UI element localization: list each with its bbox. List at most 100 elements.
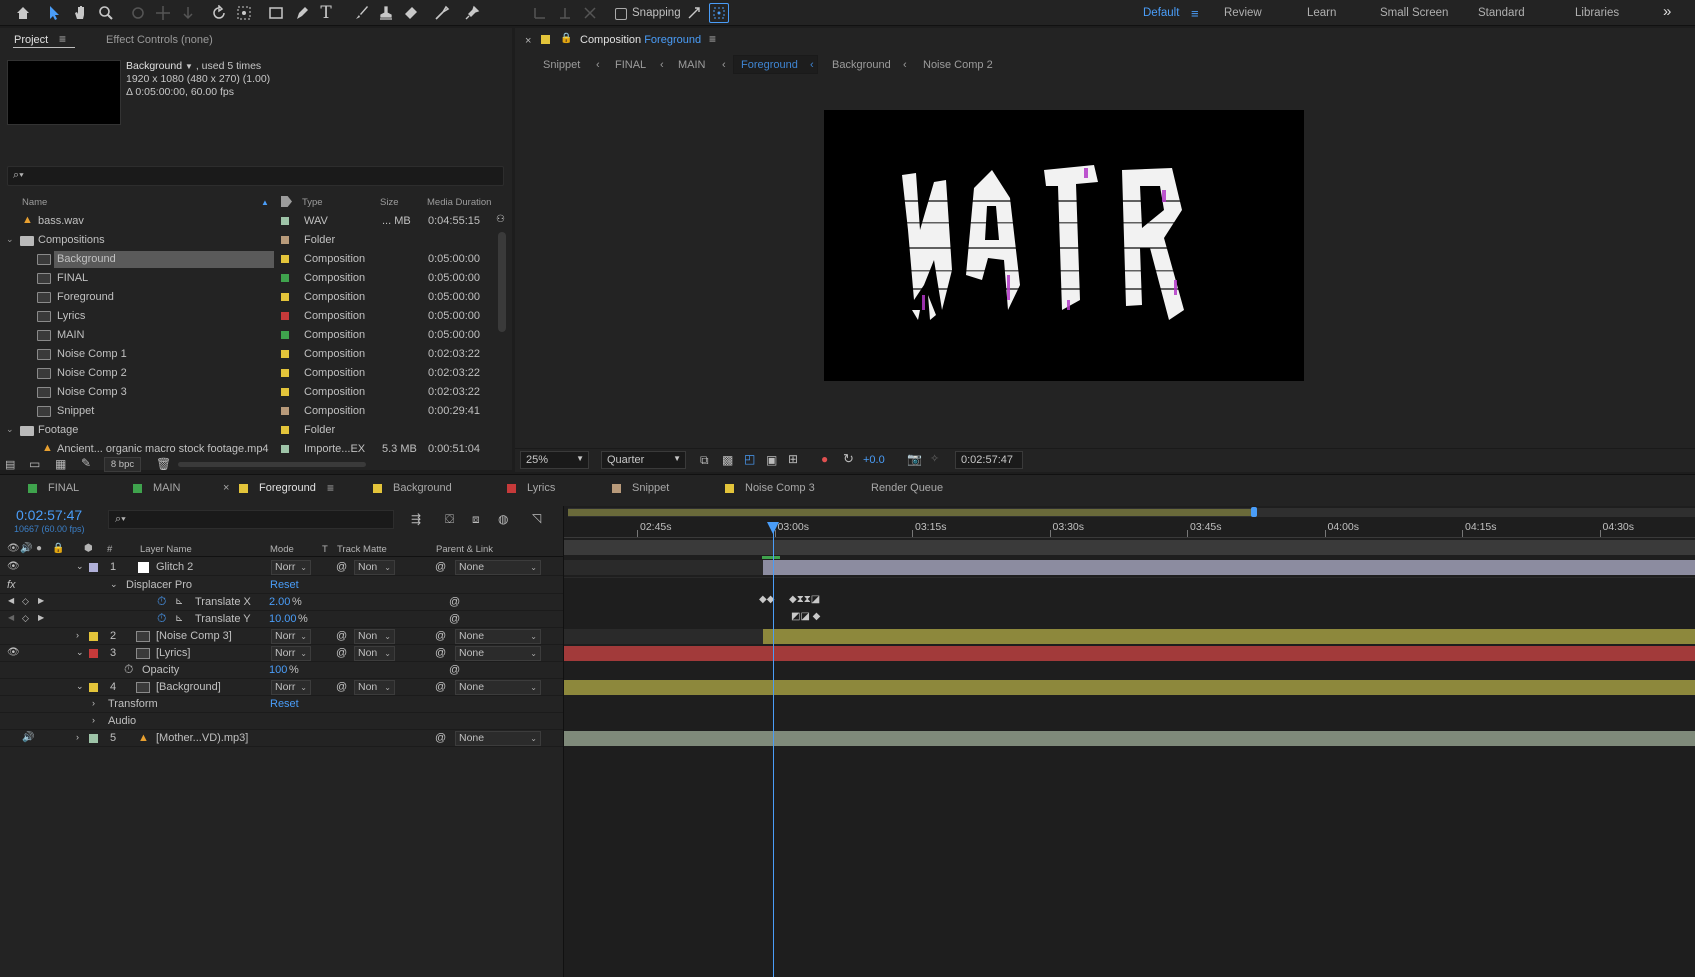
roto-brush-tool-icon[interactable] — [432, 3, 452, 23]
label-swatch[interactable] — [281, 331, 289, 339]
workspace-learn[interactable]: Learn — [1307, 7, 1336, 19]
project-item-row[interactable]: Noise Comp 3 Composition 0:02:03:22 — [0, 383, 512, 402]
project-item-row[interactable]: MAIN Composition 0:05:00:00 — [0, 326, 512, 345]
pick-whip-icon[interactable]: @ — [336, 561, 347, 573]
work-area-bar[interactable] — [568, 509, 1254, 516]
chevron-right-icon[interactable]: › — [92, 715, 95, 725]
parent-pick-whip-icon[interactable]: @ — [435, 681, 446, 693]
reset-exposure-icon[interactable]: ↻ — [843, 451, 854, 467]
project-item-row[interactable]: FINAL Composition 0:05:00:00 — [0, 269, 512, 288]
layer-name[interactable]: [Lyrics] — [156, 647, 190, 659]
layer-label-swatch[interactable] — [89, 683, 98, 692]
layer-bar-5[interactable] — [564, 731, 1695, 746]
workspace-small-screen[interactable]: Small Screen — [1380, 7, 1448, 19]
eye-icon[interactable]: 👁 — [7, 561, 20, 572]
pick-whip-icon[interactable]: @ — [449, 613, 460, 625]
workspace-libraries[interactable]: Libraries — [1575, 7, 1619, 19]
layer-name[interactable]: [Mother...VD).mp3] — [156, 732, 248, 744]
col-name[interactable]: Name — [22, 197, 47, 208]
pick-whip-icon[interactable]: @ — [449, 664, 460, 676]
property-row-translate-y[interactable]: ◀ ◇ ▶ ⏱ ⊾ Translate Y 10.00 % @ — [0, 611, 563, 628]
prev-keyframe-icon[interactable]: ◀ — [8, 613, 14, 622]
chevron-down-icon[interactable]: ⌄ — [76, 681, 84, 692]
pan-camera-icon[interactable] — [153, 3, 173, 23]
label-tag-icon[interactable]: ⬢ — [84, 543, 93, 554]
layer-label-swatch[interactable] — [89, 734, 98, 743]
chevron-right-icon[interactable]: › — [92, 698, 95, 708]
parent-dropdown[interactable]: None ⌄ — [455, 731, 541, 746]
brush-tool-icon[interactable] — [351, 3, 371, 23]
rotation-tool-icon[interactable] — [209, 3, 229, 23]
label-swatch[interactable] — [281, 407, 289, 415]
close-icon[interactable]: × — [223, 482, 229, 494]
project-item-row[interactable]: ▲ bass.wav WAV ... MB 0:04:55:15 — [0, 212, 512, 231]
anchor-point-tool-icon[interactable] — [234, 3, 254, 23]
blend-mode-dropdown[interactable]: Norr ⌄ — [271, 629, 311, 644]
snap-features-icon[interactable] — [709, 3, 729, 23]
parent-pick-whip-icon[interactable]: @ — [435, 630, 446, 642]
workspace-default[interactable]: Default — [1143, 7, 1179, 19]
parent-pick-whip-icon[interactable]: @ — [435, 561, 446, 573]
exposure-value[interactable]: +0.0 — [863, 454, 885, 466]
next-keyframe-icon[interactable]: ▶ — [38, 613, 44, 622]
tab-project[interactable]: Project — [14, 34, 48, 46]
fast-previews-icon[interactable]: ⧉ — [700, 453, 709, 468]
layer-label-swatch[interactable] — [89, 649, 98, 658]
project-item-row[interactable]: Noise Comp 1 Composition 0:02:03:22 — [0, 345, 512, 364]
trash-icon[interactable]: 🗑 — [156, 457, 171, 471]
breadcrumb-background[interactable]: Background — [832, 59, 891, 71]
label-swatch[interactable] — [281, 236, 289, 244]
col-size[interactable]: Size — [380, 197, 398, 208]
timeline-tab[interactable]: Render Queue — [871, 482, 943, 494]
chevron-down-icon[interactable]: ⌄ — [6, 234, 14, 245]
label-swatch[interactable] — [281, 445, 289, 453]
chevron-down-icon[interactable]: ⌄ — [76, 647, 84, 658]
speaker-icon[interactable]: 🔊 — [22, 732, 34, 743]
transform-reset-link[interactable]: Reset — [270, 698, 299, 710]
snapshot-camera-icon[interactable]: 📷 — [907, 452, 922, 466]
dolly-camera-icon[interactable] — [178, 3, 198, 23]
timeline-tab[interactable]: Noise Comp 3 — [745, 482, 815, 494]
orbit-camera-icon[interactable] — [128, 3, 148, 23]
lock-icon[interactable]: 🔒 — [560, 33, 572, 44]
next-keyframe-icon[interactable]: ▶ — [38, 596, 44, 605]
selection-tool-icon[interactable] — [45, 3, 65, 23]
stopwatch-icon[interactable]: ⏱ — [157, 594, 166, 609]
col-duration[interactable]: Media Duration — [427, 197, 491, 208]
property-row-translate-x[interactable]: ◀ ◇ ▶ ⏱ ⊾ Translate X 2.00 % @ — [0, 594, 563, 611]
effect-row-displacer-pro[interactable]: fx ⌄ Displacer Pro Reset — [0, 577, 563, 594]
breadcrumb-main[interactable]: MAIN — [678, 59, 706, 71]
layer-row-1[interactable]: 👁 ⌄ 1 Glitch 2 Norr ⌄ @ Non ⌄ @ None ⌄ — [0, 559, 563, 576]
timeline-search-input[interactable]: ⌕▾ — [108, 510, 394, 529]
workspace-review[interactable]: Review — [1224, 7, 1262, 19]
timeline-current-time[interactable]: 0:02:57:47 — [16, 507, 82, 523]
label-swatch[interactable] — [281, 274, 289, 282]
panel-menu-icon[interactable]: ≡ — [709, 32, 716, 46]
timeline-tab[interactable]: Foreground — [259, 482, 316, 494]
add-keyframe-icon[interactable]: ◇ — [22, 613, 29, 624]
blend-mode-dropdown[interactable]: Norr ⌄ — [271, 560, 311, 575]
snap-edges-icon[interactable] — [684, 3, 704, 23]
layer-bar-4[interactable] — [564, 680, 1695, 695]
label-swatch[interactable] — [281, 426, 289, 434]
parent-dropdown[interactable]: None ⌄ — [455, 629, 541, 644]
chevron-down-icon[interactable]: ⌄ — [76, 561, 84, 572]
workspace-overflow-icon[interactable]: » — [1663, 3, 1671, 20]
local-axis-icon[interactable] — [530, 3, 550, 23]
playhead-handle-icon[interactable] — [767, 522, 779, 534]
layer-name[interactable]: [Noise Comp 3] — [156, 630, 232, 642]
stopwatch-icon[interactable]: ⏱ — [124, 662, 133, 677]
sort-asc-icon[interactable]: ▲ — [261, 198, 269, 207]
layer-name[interactable]: Glitch 2 — [156, 561, 193, 573]
breadcrumb-noise-comp-2[interactable]: Noise Comp 2 — [923, 59, 993, 71]
project-item-row[interactable]: ▲ Ancient... organic macro stock footage.… — [0, 440, 512, 459]
project-folder-row[interactable]: ⌄ Footage Folder — [0, 421, 512, 440]
timeline-tab[interactable]: Background — [393, 482, 452, 494]
property-group-transform[interactable]: › Transform Reset — [0, 696, 563, 713]
fx-icon[interactable]: fx — [7, 579, 16, 591]
eye-icon[interactable]: 👁 — [7, 647, 20, 658]
property-value[interactable]: 2.00 — [269, 596, 290, 608]
shy-layers-icon[interactable]: ⧈ — [472, 512, 480, 527]
add-keyframe-icon[interactable]: ◇ — [22, 596, 29, 607]
project-item-row[interactable]: Foreground Composition 0:05:00:00 — [0, 288, 512, 307]
